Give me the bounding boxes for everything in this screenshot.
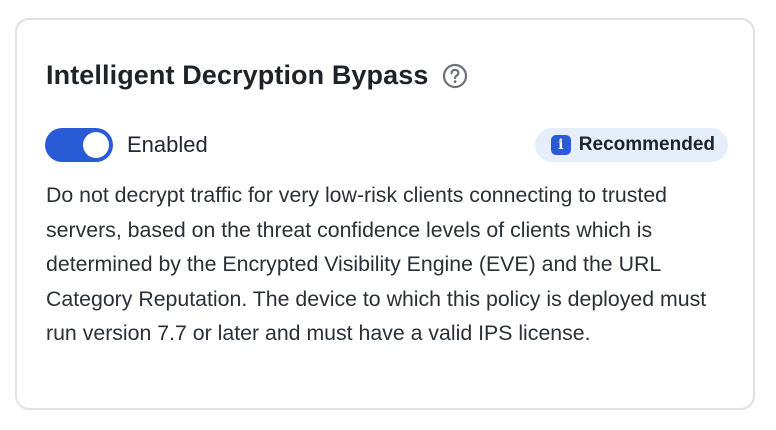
enabled-toggle[interactable] [45,128,113,162]
recommended-badge: i Recommended [534,128,728,162]
card-title: Intelligent Decryption Bypass [46,60,429,90]
toggle-knob [83,132,109,158]
question-circle-icon [443,63,468,88]
badge-label: Recommended [578,134,715,155]
card-description: Do not decrypt traffic for very low-risk… [46,183,707,346]
card-header: Intelligent Decryption Bypass [46,60,468,91]
enabled-toggle-row: Enabled [45,128,208,162]
help-icon[interactable] [442,63,468,89]
info-icon: i [550,135,571,155]
intelligent-decryption-bypass-card: Intelligent Decryption Bypass Enabled i … [15,18,755,410]
toggle-label: Enabled [127,132,208,157]
